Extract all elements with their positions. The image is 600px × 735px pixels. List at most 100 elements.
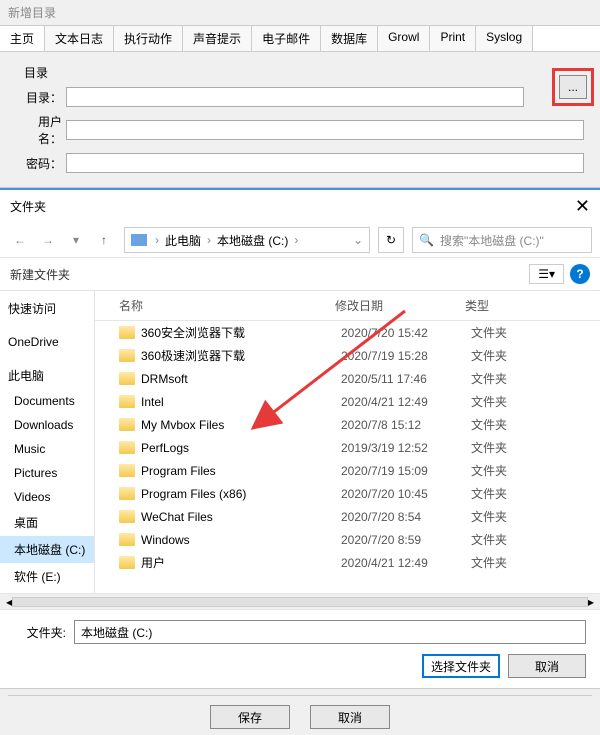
sidebar-item[interactable]: 软件 (E:)	[0, 563, 94, 590]
history-icon[interactable]: ▾	[64, 228, 88, 252]
forward-icon[interactable]: →	[36, 228, 60, 252]
new-folder-button[interactable]: 新建文件夹	[10, 266, 70, 283]
highlight-box: ...	[552, 68, 594, 106]
back-icon[interactable]: ←	[8, 228, 32, 252]
file-date: 2020/7/20 15:42	[341, 326, 471, 340]
sidebar-item[interactable]: Downloads	[0, 413, 94, 437]
sidebar-item[interactable]: 桌面	[0, 509, 94, 536]
horizontal-scrollbar[interactable]: ◂ ▸	[0, 593, 600, 609]
section-title: 目录	[16, 60, 584, 87]
tab-item[interactable]: 声音提示	[183, 26, 252, 51]
sidebar-item[interactable]: Documents	[0, 389, 94, 413]
folder-icon	[119, 326, 135, 339]
file-date: 2020/7/8 15:12	[341, 418, 471, 432]
user-input[interactable]	[66, 120, 584, 140]
file-row[interactable]: Program Files (x86)2020/7/20 10:45文件夹	[95, 482, 600, 505]
file-row[interactable]: WeChat Files2020/7/20 8:54文件夹	[95, 505, 600, 528]
file-type: 文件夹	[471, 485, 541, 502]
file-type: 文件夹	[471, 554, 541, 571]
search-icon: 🔍	[419, 233, 434, 247]
sidebar: 快速访问 OneDrive 此电脑DocumentsDownloadsMusicPi…	[0, 291, 95, 593]
search-placeholder: 搜索"本地磁盘 (C:)"	[440, 232, 544, 249]
pwd-input[interactable]	[66, 153, 584, 173]
folder-icon	[119, 372, 135, 385]
file-name: WeChat Files	[141, 510, 341, 524]
cancel-button[interactable]: 取消	[310, 705, 390, 729]
sidebar-item[interactable]: 本地磁盘 (C:)	[0, 536, 94, 563]
browse-button[interactable]: ...	[559, 75, 587, 99]
file-type: 文件夹	[471, 370, 541, 387]
tab-item[interactable]: 电子邮件	[252, 26, 321, 51]
file-date: 2019/3/19 12:52	[341, 441, 471, 455]
file-name: 360安全浏览器下载	[141, 324, 341, 341]
folder-icon	[119, 395, 135, 408]
breadcrumb-seg[interactable]: 此电脑	[161, 232, 205, 249]
file-row[interactable]: DRMsoft2020/5/11 17:46文件夹	[95, 367, 600, 390]
sidebar-item[interactable]: 快速访问	[0, 295, 94, 322]
file-row[interactable]: Windows2020/7/20 8:59文件夹	[95, 528, 600, 551]
file-date: 2020/4/21 12:49	[341, 395, 471, 409]
col-name[interactable]: 名称	[95, 297, 335, 314]
sidebar-item[interactable]: Music	[0, 437, 94, 461]
folder-icon	[119, 464, 135, 477]
file-type: 文件夹	[471, 531, 541, 548]
sidebar-item[interactable]: 新加卷 (F:)	[0, 590, 94, 593]
file-row[interactable]: 360安全浏览器下载2020/7/20 15:42文件夹	[95, 321, 600, 344]
save-button[interactable]: 保存	[210, 705, 290, 729]
file-name: DRMsoft	[141, 372, 341, 386]
folder-icon	[119, 418, 135, 431]
chevron-right-icon: ›	[153, 233, 161, 247]
sidebar-item[interactable]: OneDrive	[0, 330, 94, 354]
folder-icon	[119, 556, 135, 569]
dialog-title: 新增目录	[0, 0, 600, 25]
col-date[interactable]: 修改日期	[335, 297, 465, 314]
user-label: 用户名：	[16, 113, 66, 147]
file-row[interactable]: PerfLogs2019/3/19 12:52文件夹	[95, 436, 600, 459]
up-icon[interactable]: ↑	[92, 228, 116, 252]
scroll-right-icon[interactable]: ▸	[588, 595, 594, 609]
breadcrumb[interactable]: › 此电脑 › 本地磁盘 (C:) › ⌄	[124, 227, 370, 253]
file-name: 360极速浏览器下载	[141, 347, 341, 364]
tab-item[interactable]: 文本日志	[45, 26, 114, 51]
sidebar-item[interactable]: Videos	[0, 485, 94, 509]
breadcrumb-seg[interactable]: 本地磁盘 (C:)	[213, 232, 292, 249]
drive-icon	[131, 234, 147, 246]
tab-item[interactable]: Print	[430, 26, 476, 51]
col-type[interactable]: 类型	[465, 297, 535, 314]
search-input[interactable]: 🔍 搜索"本地磁盘 (C:)"	[412, 227, 592, 253]
chevron-down-icon[interactable]: ⌄	[353, 233, 363, 247]
add-directory-dialog: 新增目录 主页文本日志执行动作声音提示电子邮件数据库GrowlPrintSysl…	[0, 0, 600, 188]
dir-input[interactable]	[66, 87, 524, 107]
file-date: 2020/4/21 12:49	[341, 556, 471, 570]
file-row[interactable]: 用户2020/4/21 12:49文件夹	[95, 551, 600, 574]
tab-item[interactable]: 数据库	[321, 26, 378, 51]
file-list: 名称 修改日期 类型 360安全浏览器下载2020/7/20 15:42文件夹3…	[95, 291, 600, 593]
file-date: 2020/7/20 8:54	[341, 510, 471, 524]
help-icon[interactable]: ?	[570, 264, 590, 284]
file-type: 文件夹	[471, 347, 541, 364]
file-row[interactable]: Intel2020/4/21 12:49文件夹	[95, 390, 600, 413]
cancel-button[interactable]: 取消	[508, 654, 586, 678]
refresh-icon[interactable]: ↻	[378, 227, 404, 253]
file-name: My Mvbox Files	[141, 418, 341, 432]
folder-field-label: 文件夹:	[14, 624, 74, 641]
tab-item[interactable]: 主页	[0, 26, 45, 51]
select-folder-button[interactable]: 选择文件夹	[422, 654, 500, 678]
tab-item[interactable]: Growl	[378, 26, 430, 51]
file-row[interactable]: My Mvbox Files2020/7/8 15:12文件夹	[95, 413, 600, 436]
file-date: 2020/7/19 15:09	[341, 464, 471, 478]
sidebar-item[interactable]: 此电脑	[0, 362, 94, 389]
file-name: Program Files	[141, 464, 341, 478]
file-row[interactable]: 360极速浏览器下载2020/7/19 15:28文件夹	[95, 344, 600, 367]
close-icon[interactable]: ✕	[575, 196, 590, 217]
view-dropdown[interactable]: ☰▾	[529, 264, 564, 284]
tab-item[interactable]: Syslog	[476, 26, 533, 51]
file-date: 2020/5/11 17:46	[341, 372, 471, 386]
file-row[interactable]: Program Files2020/7/19 15:09文件夹	[95, 459, 600, 482]
folder-field-input[interactable]	[74, 620, 586, 644]
sidebar-item[interactable]: Pictures	[0, 461, 94, 485]
folder-icon	[119, 441, 135, 454]
tab-bar: 主页文本日志执行动作声音提示电子邮件数据库GrowlPrintSyslog	[0, 25, 600, 52]
file-type: 文件夹	[471, 416, 541, 433]
tab-item[interactable]: 执行动作	[114, 26, 183, 51]
